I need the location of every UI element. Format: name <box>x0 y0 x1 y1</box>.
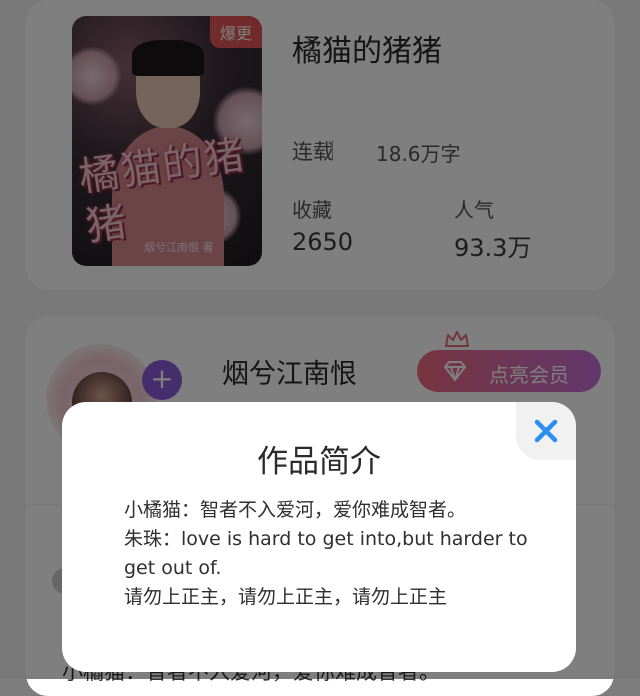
synopsis-dialog: 作品简介 小橘猫：智者不入爱河，爱你难成智者。 朱珠：love is hard … <box>62 402 576 672</box>
dialog-title: 作品简介 <box>257 444 381 480</box>
synopsis-line: 请勿上正主，请勿上正主，请勿上正主 <box>124 586 448 608</box>
synopsis-line: 朱珠：love is hard to get into,but harder t… <box>124 528 528 579</box>
synopsis-text: 小橘猫：智者不入爱河，爱你难成智者。 朱珠：love is hard to ge… <box>124 496 544 612</box>
synopsis-line: 小橘猫：智者不入爱河，爱你难成智者。 <box>124 499 467 521</box>
